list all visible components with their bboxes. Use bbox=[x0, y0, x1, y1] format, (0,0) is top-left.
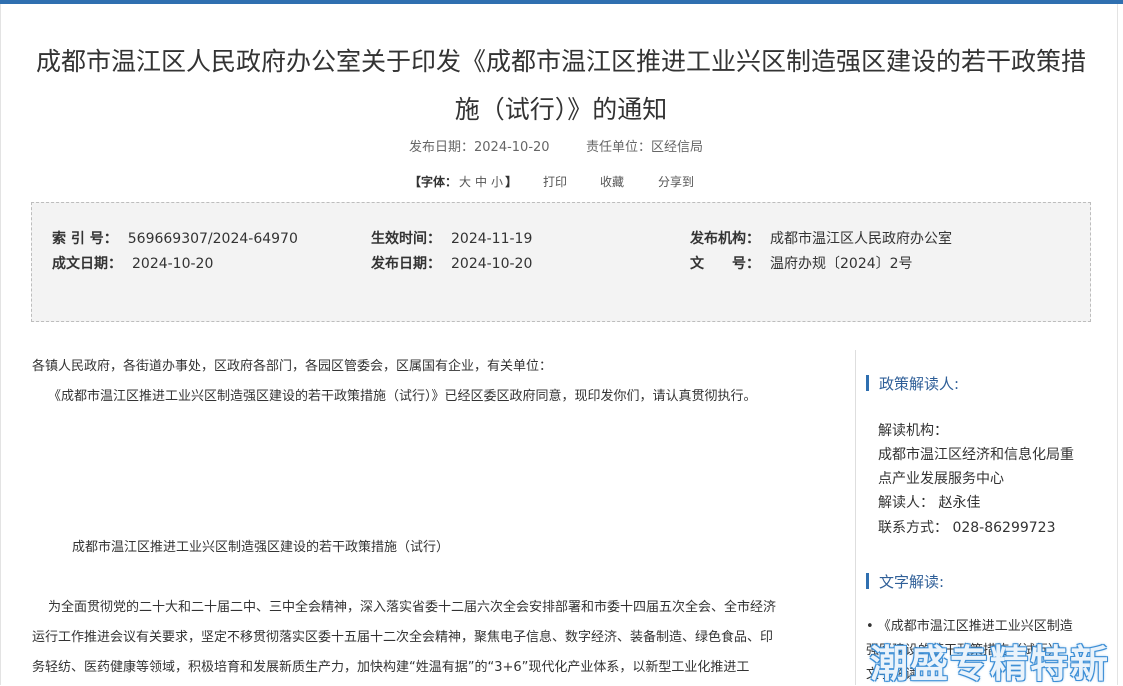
sidebar-divider bbox=[855, 350, 856, 685]
page-border-left bbox=[0, 4, 1, 685]
info-issuer-value: 成都市温江区人民政府办公室 bbox=[770, 231, 952, 247]
font-small-button[interactable]: 小 bbox=[491, 175, 503, 189]
print-button[interactable]: 打印 bbox=[543, 172, 567, 192]
info-written-key: 成文日期： bbox=[52, 256, 122, 272]
heading-bar-icon bbox=[866, 573, 869, 589]
interpreter-heading: 政策解读人: bbox=[866, 374, 959, 394]
font-size-control: 【字体：大中小】 bbox=[409, 172, 517, 192]
font-large-button[interactable]: 大 bbox=[459, 175, 471, 189]
page-border-right bbox=[1117, 4, 1118, 685]
publish-date: 发布日期：2024-10-20 bbox=[409, 140, 550, 155]
font-medium-button[interactable]: 中 bbox=[475, 175, 487, 189]
watermark-logo-text: 潮盛专精特新 bbox=[870, 642, 1111, 686]
title-line-1: 成都市温江区人民政府办公室关于印发《成都市温江区推进工业兴区制造强区建设的若干政… bbox=[35, 47, 1086, 76]
top-accent-bar bbox=[0, 0, 1123, 4]
info-docno-value: 温府办规〔2024〕2号 bbox=[770, 256, 913, 272]
interpreter-org-label: 解读机构： bbox=[878, 423, 948, 439]
favorite-button[interactable]: 收藏 bbox=[600, 172, 624, 192]
share-button[interactable]: 分享到 bbox=[658, 172, 694, 192]
info-index-key: 索 引 号： bbox=[52, 231, 118, 247]
info-document-number: 文 号： 温府办规〔2024〕2号 bbox=[690, 253, 913, 275]
info-index-number: 索 引 号： 569669307/2024-64970 bbox=[52, 228, 298, 250]
salutation: 各镇人民政府，各街道办事处，区政府各部门，各园区管委会，区属国有企业，有关单位： bbox=[32, 359, 553, 374]
interpreter-org-line-1: 成都市温江区经济和信息化局重 bbox=[878, 447, 1074, 463]
info-effective-date: 生效时间： 2024-11-19 bbox=[371, 228, 532, 250]
intro-paragraph: 《成都市温江区推进工业兴区制造强区建设的若干政策措施（试行）》已经区委区政府同意… bbox=[48, 389, 757, 404]
info-docno-key: 文 号： bbox=[690, 256, 760, 272]
interpreter-heading-text: 政策解读人: bbox=[879, 375, 960, 393]
body-paragraph-line: 为全面贯彻党的二十大和二十届二中、三中全会精神，深入落实省委十二届六次全会安排部… bbox=[48, 600, 777, 615]
link-line-1[interactable]: • 《成都市温江区推进工业兴区制造 bbox=[866, 616, 1073, 637]
body-paragraph-line: 务轻纺、医药健康等领域，积极培育和发展新质生产力，加快构建“姓温有据”的“3+6… bbox=[32, 660, 750, 675]
info-publish-value: 2024-10-20 bbox=[451, 256, 533, 272]
heading-bar-icon bbox=[866, 375, 869, 391]
info-publish-key: 发布日期： bbox=[371, 256, 441, 272]
interpreter-phone: 联系方式： 028-86299723 bbox=[878, 520, 1056, 536]
interpreter-org-line-2: 点产业发展服务中心 bbox=[878, 471, 1004, 487]
body-paragraph-line: 运行工作推进会议有关要求，坚定不移贯彻落实区委十五届十二次全会精神，聚焦电子信息… bbox=[32, 630, 774, 645]
title-line-2: 施（试行）》的通知 bbox=[454, 95, 668, 124]
attachment-title: 成都市温江区推进工业兴区制造强区建设的若干政策措施（试行） bbox=[72, 540, 450, 555]
font-size-close: 】 bbox=[505, 175, 518, 189]
info-issuer-key: 发布机构： bbox=[690, 231, 760, 247]
info-issuer: 发布机构： 成都市温江区人民政府办公室 bbox=[690, 228, 952, 250]
info-effective-key: 生效时间： bbox=[371, 231, 441, 247]
text-interpretation-heading-text: 文字解读: bbox=[879, 573, 945, 591]
text-interpretation-heading: 文字解读: bbox=[866, 572, 944, 592]
interpreter-person: 解读人： 赵永佳 bbox=[878, 495, 981, 511]
info-index-value: 569669307/2024-64970 bbox=[127, 231, 298, 247]
document-title: 成都市温江区人民政府办公室关于印发《成都市温江区推进工业兴区制造强区建设的若干政… bbox=[25, 38, 1097, 134]
info-effective-value: 2024-11-19 bbox=[451, 231, 533, 247]
font-size-label: 【字体： bbox=[409, 175, 458, 189]
info-publish-date: 发布日期： 2024-10-20 bbox=[371, 253, 532, 275]
responsible-unit: 责任单位：区经信局 bbox=[586, 140, 704, 155]
info-written-date: 成文日期： 2024-10-20 bbox=[52, 253, 213, 275]
document-info-box: 索 引 号： 569669307/2024-64970 生效时间： 2024-11-… bbox=[31, 202, 1091, 322]
info-written-value: 2024-10-20 bbox=[132, 256, 214, 272]
